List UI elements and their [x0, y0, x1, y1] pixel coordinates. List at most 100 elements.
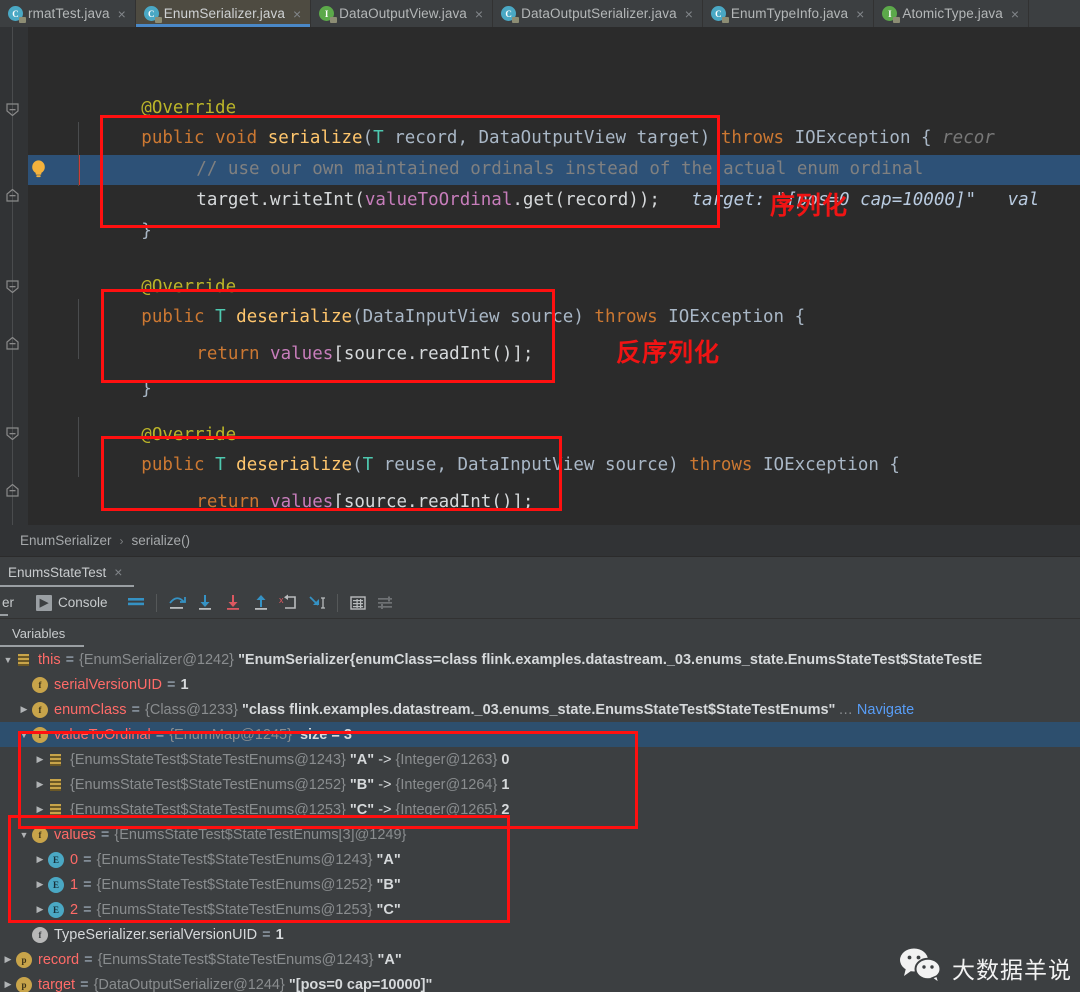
index-readInt: [source.readInt()]; [333, 344, 534, 364]
navigate-link[interactable]: Navigate [857, 702, 914, 718]
array-index: 1 [70, 876, 79, 893]
variable-row-array-0[interactable]: ▶ E 0 = {EnumsStateTest$StateTestEnums@1… [0, 847, 1080, 872]
close-icon[interactable]: × [475, 7, 483, 21]
expand-twisty-icon[interactable]: ▶ [16, 704, 32, 715]
close-icon[interactable]: × [293, 7, 301, 21]
code-line-deserialize-signature-1: public T deserialize(DataInputView sourc… [57, 272, 805, 327]
close-icon[interactable]: × [118, 7, 126, 21]
chevron-right-icon: › [119, 533, 124, 548]
equals-sign: = [65, 651, 75, 668]
step-over-icon[interactable] [163, 590, 191, 616]
editor-tab-DataOutputView[interactable]: I DataOutputView.java × [311, 0, 494, 27]
field-icon: f [32, 701, 48, 718]
map-key: "B" [349, 776, 375, 793]
close-icon[interactable]: × [856, 7, 864, 21]
expand-twisty-icon[interactable]: ▶ [32, 904, 48, 915]
close-icon[interactable]: × [1011, 7, 1019, 21]
breadcrumb[interactable]: EnumSerializer › serialize() [0, 525, 1080, 557]
code-text[interactable]: @Override public void serialize(T record… [0, 27, 1080, 525]
code-line-close-brace-2: } [57, 344, 152, 399]
variable-row-values[interactable]: ▼ f values = {EnumsStateTest$StateTestEn… [0, 822, 1080, 847]
equals-sign: = [80, 976, 89, 992]
expand-twisty-icon[interactable]: ▶ [32, 754, 48, 765]
watermark-text: 大数据羊说 [952, 957, 1072, 984]
editor-tab-AtomicType[interactable]: I AtomicType.java × [874, 0, 1030, 27]
console-tab-label: Console [58, 595, 108, 610]
field-icon: f [32, 676, 48, 693]
list-icon [48, 777, 64, 793]
variable-row-map-entry-c[interactable]: ▶ {EnumsStateTest$StateTestEnums@1253} "… [0, 797, 1080, 822]
variables-panel[interactable]: Variables ▼ this = {EnumSerializer@1242}… [0, 619, 1080, 992]
variable-row-array-1[interactable]: ▶ E 1 = {EnumsStateTest$StateTestEnums@1… [0, 872, 1080, 897]
editor-tab-EnumTypeInfo[interactable]: C EnumTypeInfo.java × [703, 0, 875, 27]
force-step-into-icon[interactable] [219, 590, 247, 616]
variable-value: "A" [376, 851, 401, 868]
run-to-cursor-icon[interactable] [303, 590, 331, 616]
console-icon: ▶ [36, 594, 53, 611]
keyword-return: return [196, 344, 260, 364]
equals-sign: = [262, 926, 271, 943]
variable-ref-2: {Integer@1263} [395, 751, 498, 768]
debugger-tab-debugger[interactable]: er [0, 587, 14, 618]
map-arrow: -> [378, 751, 392, 768]
variable-ref-2: {Integer@1264} [395, 776, 498, 793]
close-icon[interactable]: × [114, 564, 122, 580]
expand-twisty-icon[interactable]: ▶ [32, 804, 48, 815]
run-tab-EnumsStateTest[interactable]: EnumsStateTest × [0, 557, 135, 587]
variable-ref: {DataOutputSerializer@1244} [93, 976, 285, 992]
variable-name: enumClass [54, 701, 127, 718]
variables-tab[interactable]: Variables [0, 619, 1080, 647]
variable-row-typeserializer-serialVersionUID[interactable]: f TypeSerializer.serialVersionUID = 1 [0, 922, 1080, 947]
step-out-icon[interactable] [247, 590, 275, 616]
variable-row-map-entry-b[interactable]: ▶ {EnumsStateTest$StateTestEnums@1252} "… [0, 772, 1080, 797]
variable-ref: {EnumsStateTest$StateTestEnums@1252} [96, 876, 373, 893]
collapse-twisty-icon[interactable]: ▼ [16, 830, 32, 840]
variable-ref: {EnumsStateTest$StateTestEnums@1253} [96, 901, 373, 918]
debugger-tab-console[interactable]: ▶ Console [36, 594, 108, 611]
array-index: 2 [70, 901, 79, 918]
mute-breakpoints-icon[interactable] [122, 590, 150, 616]
drop-frame-icon[interactable]: x [275, 590, 303, 616]
expand-twisty-icon[interactable]: ▼ [0, 655, 16, 665]
field-icon: f [32, 826, 48, 843]
code-editor[interactable]: @Override public void serialize(T record… [0, 27, 1080, 525]
expand-twisty-icon[interactable]: ▶ [32, 854, 48, 865]
step-into-icon[interactable] [191, 590, 219, 616]
editor-tab-EnumSerializer[interactable]: C EnumSerializer.java × [135, 0, 312, 27]
editor-tab-rmatTest[interactable]: C rmatTest.java × [0, 0, 136, 27]
breadcrumb-class[interactable]: EnumSerializer [20, 533, 112, 548]
variable-row-serialVersionUID[interactable]: f serialVersionUID = 1 [0, 672, 1080, 697]
equals-sign: = [167, 676, 176, 693]
type-IOException: IOException { [657, 307, 806, 327]
expand-twisty-icon[interactable]: ▶ [32, 779, 48, 790]
expand-twisty-icon[interactable]: ▶ [0, 954, 16, 965]
variable-value: "C" [376, 901, 401, 918]
variable-row-valueToOrdinal[interactable]: ▼ f valueToOrdinal = {EnumMap@1245} size… [0, 722, 1080, 747]
variable-name: serialVersionUID [54, 676, 162, 693]
collection-size: size = 3 [299, 726, 352, 743]
list-icon [48, 752, 64, 768]
equals-sign: = [83, 901, 92, 918]
settings-icon[interactable] [372, 590, 400, 616]
editor-tab-DataOutputSerializer[interactable]: C DataOutputSerializer.java × [493, 0, 703, 27]
collapse-twisty-icon[interactable]: ▼ [16, 730, 32, 740]
ide-window: C rmatTest.java × C EnumSerializer.java … [0, 0, 1080, 992]
variable-value: "A" [377, 951, 402, 968]
variable-ref: {EnumsStateTest$StateTestEnums[3]@1249} [114, 826, 407, 843]
element-icon: E [48, 851, 64, 868]
variable-row-enumClass[interactable]: ▶ f enumClass = {Class@1233} "class flin… [0, 697, 1080, 722]
variable-row-map-entry-a[interactable]: ▶ {EnumsStateTest$StateTestEnums@1243} "… [0, 747, 1080, 772]
variable-row-array-2[interactable]: ▶ E 2 = {EnumsStateTest$StateTestEnums@1… [0, 897, 1080, 922]
code-line-writeInt: target.writeInt(valueToOrdinal.get(recor… [112, 155, 1039, 210]
variable-row-this[interactable]: ▼ this = {EnumSerializer@1242} "EnumSeri… [0, 647, 1080, 672]
close-icon[interactable]: × [685, 7, 693, 21]
expand-twisty-icon[interactable]: ▶ [32, 879, 48, 890]
evaluate-expression-icon[interactable] [344, 590, 372, 616]
annotation-label-serialize: 序列化 [770, 191, 849, 220]
ellipsis: … [838, 701, 853, 718]
field-values: values [259, 492, 334, 512]
breadcrumb-method[interactable]: serialize() [132, 533, 191, 548]
element-icon: E [48, 876, 64, 893]
code-line-return-1: return values[source.readInt()]; [112, 309, 533, 364]
expand-twisty-icon[interactable]: ▶ [0, 979, 16, 990]
